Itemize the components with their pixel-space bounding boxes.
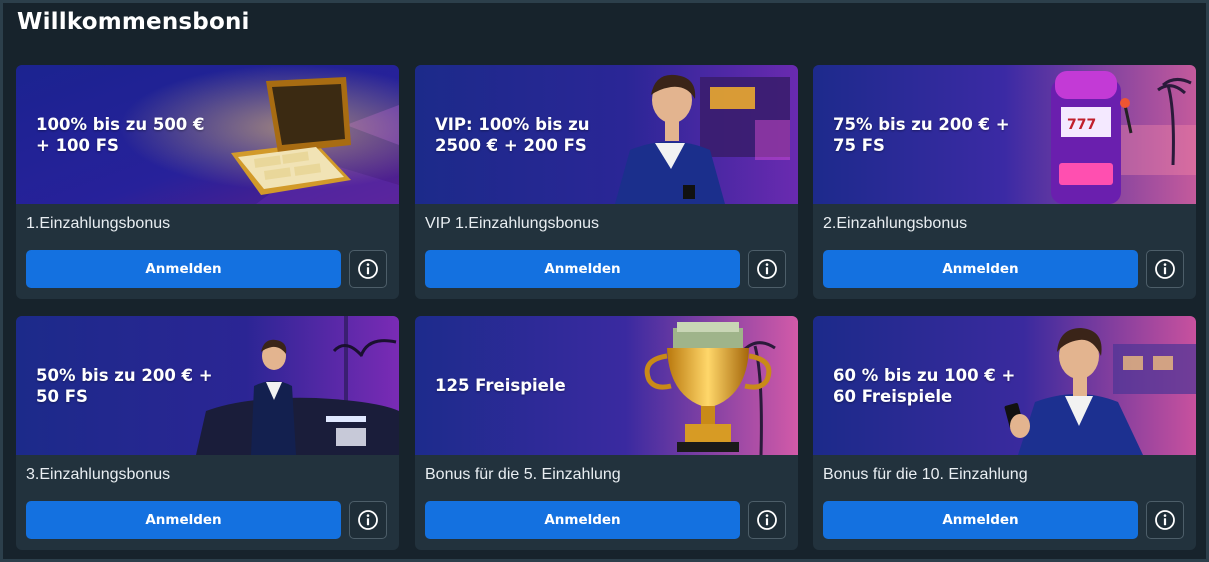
bonus-name: Bonus für die 5. Einzahlung (425, 466, 621, 483)
svg-text:777: 777 (1067, 117, 1096, 133)
bonus-headline: 125 Freispiele (435, 376, 566, 395)
bonus-headline: 75% bis zu 200 € + 75 FS (833, 114, 1010, 155)
bonus-name: VIP 1.Einzahlungsbonus (425, 215, 600, 232)
bonus-banner: 777 75% bis zu 200 € + 75 FS (813, 65, 1196, 204)
bonus-headline: 100% bis zu 500 € + 100 FS (36, 114, 205, 155)
register-button[interactable]: Anmelden (823, 250, 1138, 288)
bonus-banner: 100% bis zu 500 € + 100 FS (16, 65, 399, 204)
bonus-name: 1.Einzahlungsbonus (26, 215, 171, 232)
bonus-card: 100% bis zu 500 € + 100 FS 1.Einzahlungs… (16, 65, 399, 299)
welcome-bonuses-panel: Willkommensboni 100% bis zu 500 € + 100 … (0, 0, 1209, 562)
bonus-banner: 60 % bis zu 100 € + 60 Freispiele (813, 316, 1196, 455)
bonus-card: 60 % bis zu 100 € + 60 Freispiele Bonus … (813, 316, 1196, 550)
bonus-banner: 50% bis zu 200 € + 50 FS (16, 316, 399, 455)
info-icon[interactable] (748, 250, 786, 288)
bonus-headline: 50% bis zu 200 € + 50 FS (36, 365, 213, 406)
bonus-name: 2.Einzahlungsbonus (823, 215, 968, 232)
bonus-card: VIP: 100% bis zu 2500 € + 200 FS VIP 1.E… (415, 65, 798, 299)
bonus-name: Bonus für die 10. Einzahlung (823, 466, 1028, 483)
page-title: Willkommensboni (17, 9, 250, 35)
bonus-headline: 60 % bis zu 100 € + 60 Freispiele (833, 365, 1016, 406)
bonus-card: 50% bis zu 200 € + 50 FS 3.Einzahlungsbo… (16, 316, 399, 550)
info-icon[interactable] (1146, 250, 1184, 288)
bonus-name: 3.Einzahlungsbonus (26, 466, 171, 483)
register-button[interactable]: Anmelden (425, 501, 740, 539)
register-button[interactable]: Anmelden (425, 250, 740, 288)
bonus-banner: VIP: 100% bis zu 2500 € + 200 FS (415, 65, 798, 204)
bonus-headline: VIP: 100% bis zu 2500 € + 200 FS (435, 114, 590, 155)
register-button[interactable]: Anmelden (26, 501, 341, 539)
bonus-card: 125 Freispiele Bonus für die 5. Einzahlu… (415, 316, 798, 550)
bonus-card: 777 75% bis zu 200 € + 75 FS 2.Einzahlun… (813, 65, 1196, 299)
info-icon[interactable] (1146, 501, 1184, 539)
bonus-banner: 125 Freispiele (415, 316, 798, 455)
info-icon[interactable] (349, 501, 387, 539)
info-icon[interactable] (349, 250, 387, 288)
info-icon[interactable] (748, 501, 786, 539)
register-button[interactable]: Anmelden (26, 250, 341, 288)
register-button[interactable]: Anmelden (823, 501, 1138, 539)
